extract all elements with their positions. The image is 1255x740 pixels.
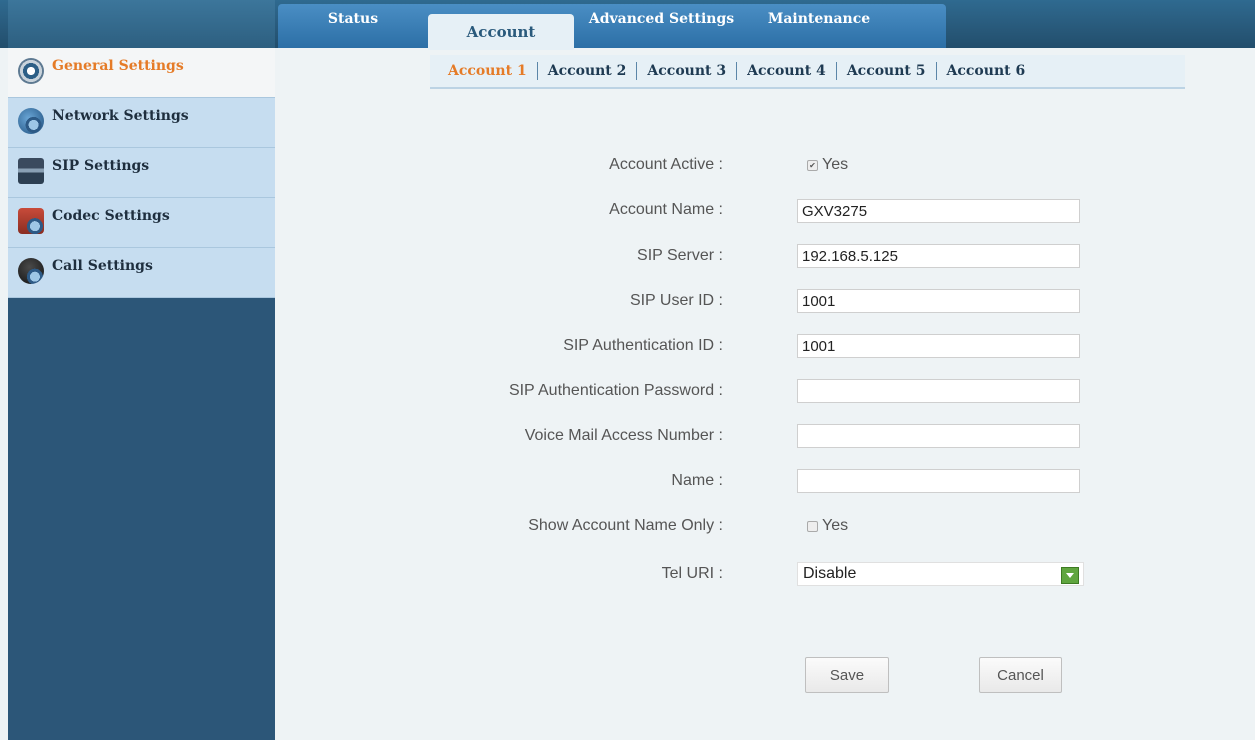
globe-icon bbox=[18, 108, 44, 134]
tel-uri-label: Tel URI : bbox=[661, 565, 723, 582]
account-subtabs: Account 1 Account 2 Account 3 Account 4 … bbox=[430, 55, 1185, 89]
sidebar-item-label: Network Settings bbox=[52, 108, 189, 124]
tel-uri-selected-value: Disable bbox=[803, 565, 857, 582]
subtab-account-6[interactable]: Account 6 bbox=[935, 62, 1036, 80]
checkbox-unchecked-icon[interactable] bbox=[807, 520, 818, 532]
subtab-account-4[interactable]: Account 4 bbox=[736, 62, 836, 80]
show-account-name-only-label: Show Account Name Only : bbox=[528, 517, 723, 534]
gear-icon bbox=[18, 58, 44, 84]
sip-auth-id-label: SIP Authentication ID : bbox=[563, 337, 723, 354]
cancel-button[interactable]: Cancel bbox=[979, 657, 1062, 693]
sip-auth-password-label: SIP Authentication Password : bbox=[508, 382, 723, 399]
codec-icon bbox=[18, 208, 44, 234]
sip-server-label: SIP Server : bbox=[637, 247, 723, 264]
top-navigation-bar: Status Account Advanced Settings Mainten… bbox=[0, 0, 1255, 50]
sip-auth-password-field[interactable] bbox=[797, 379, 1080, 403]
sidebar-item-sip-settings[interactable]: SIP Settings bbox=[8, 148, 275, 198]
phone-icon bbox=[18, 258, 44, 284]
top-tabs: Status Account Advanced Settings Mainten… bbox=[278, 4, 946, 50]
subtab-account-5[interactable]: Account 5 bbox=[835, 62, 936, 80]
tab-maintenance[interactable]: Maintenance bbox=[749, 4, 889, 34]
voicemail-number-label: Voice Mail Access Number : bbox=[524, 427, 723, 444]
top-left-strip bbox=[8, 0, 275, 48]
sidebar: General Settings Network Settings SIP Se… bbox=[8, 48, 275, 740]
subtab-account-3[interactable]: Account 3 bbox=[636, 62, 736, 80]
sidebar-item-label: SIP Settings bbox=[52, 158, 150, 174]
sip-server-field[interactable] bbox=[797, 244, 1080, 268]
sidebar-item-label: General Settings bbox=[52, 58, 184, 74]
sip-user-id-label: SIP User ID : bbox=[629, 292, 723, 309]
subtab-account-1[interactable]: Account 1 bbox=[430, 62, 537, 80]
account-active-label: Account Active : bbox=[609, 156, 723, 173]
checkbox-checked-icon[interactable]: ✔ bbox=[807, 159, 818, 171]
show-account-name-only-checkbox[interactable]: Yes bbox=[807, 517, 848, 535]
show-account-name-only-value: Yes bbox=[822, 517, 849, 534]
sip-icon bbox=[18, 158, 44, 184]
save-button[interactable]: Save bbox=[805, 657, 889, 693]
subtab-account-2[interactable]: Account 2 bbox=[536, 62, 637, 80]
name-field[interactable] bbox=[797, 469, 1080, 493]
sip-auth-id-field[interactable] bbox=[797, 334, 1080, 358]
sidebar-item-call-settings[interactable]: Call Settings bbox=[8, 248, 275, 298]
tab-status[interactable]: Status bbox=[278, 4, 428, 34]
sidebar-item-label: Call Settings bbox=[52, 258, 153, 274]
sip-user-id-field[interactable] bbox=[797, 289, 1080, 313]
voicemail-number-field[interactable] bbox=[797, 424, 1080, 448]
sidebar-item-network-settings[interactable]: Network Settings bbox=[8, 98, 275, 148]
tab-advanced-settings[interactable]: Advanced Settings bbox=[574, 4, 749, 34]
account-name-field[interactable] bbox=[797, 199, 1080, 223]
chevron-down-icon[interactable] bbox=[1061, 567, 1079, 584]
tel-uri-select[interactable]: Disable bbox=[797, 562, 1084, 586]
tab-account[interactable]: Account bbox=[428, 14, 574, 50]
account-active-checkbox[interactable]: ✔ Yes bbox=[807, 156, 848, 174]
sidebar-item-general-settings[interactable]: General Settings bbox=[8, 48, 275, 98]
sidebar-item-label: Codec Settings bbox=[52, 208, 170, 224]
sidebar-item-codec-settings[interactable]: Codec Settings bbox=[8, 198, 275, 248]
name-label: Name : bbox=[671, 472, 723, 489]
account-name-label: Account Name : bbox=[609, 201, 723, 218]
account-active-value: Yes bbox=[822, 156, 849, 173]
